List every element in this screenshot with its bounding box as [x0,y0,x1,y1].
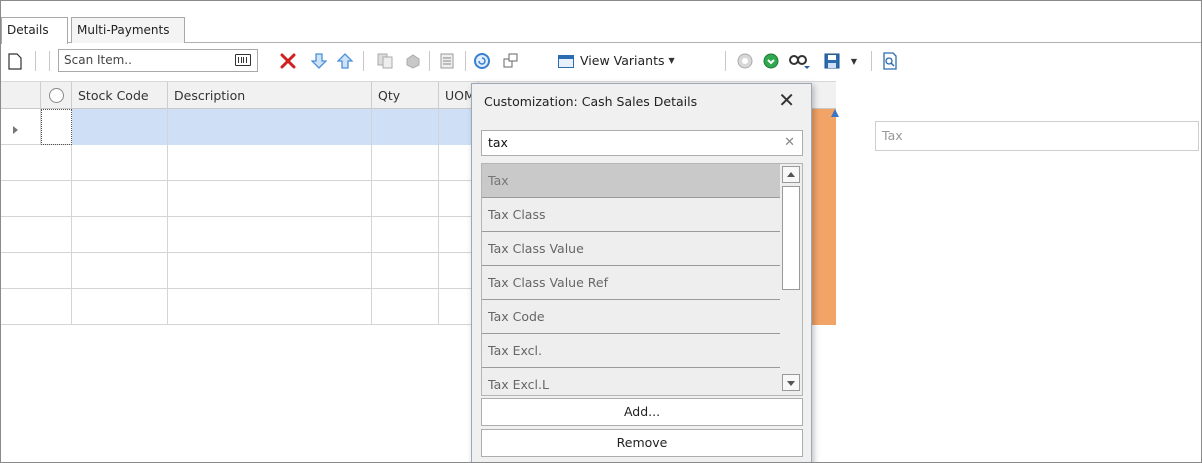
list-item[interactable]: Tax [482,164,780,198]
move-down-icon[interactable] [309,50,329,72]
grid-header-indicator [1,82,41,109]
select-all-radio-icon[interactable] [49,88,64,103]
view-variants-icon [558,54,574,68]
copy-icon[interactable] [375,50,395,72]
column-description[interactable]: Description [168,82,372,109]
column-search-input[interactable]: tax ✕ [481,130,803,156]
scroll-thumb[interactable] [782,186,800,290]
list-item[interactable]: Tax Class Value [482,232,780,266]
list-icon[interactable] [437,50,457,72]
current-row-indicator-icon [13,126,18,134]
row-select-cell[interactable] [41,109,72,145]
circle-green-icon[interactable] [761,50,781,72]
window-icon[interactable] [501,50,521,72]
cash-sales-details-panel: Details Multi-Payments Scan Item.. View … [0,0,1202,463]
scroll-down-icon[interactable] [782,374,800,391]
list-item[interactable]: Tax Excl. [482,334,780,368]
column-search-value: tax [488,135,508,150]
toolbar: Scan Item.. View Variants ▼ ▼ [1,45,1201,77]
preview-icon[interactable] [879,50,901,72]
delete-icon[interactable] [277,50,299,72]
view-variants-label: View Variants [580,53,665,68]
paste-icon[interactable] [403,50,423,72]
tab-bar: Details Multi-Payments [1,17,1201,44]
list-item[interactable]: Tax Class [482,198,780,232]
customization-dialog: Customization: Cash Sales Details ✕ tax … [471,83,812,462]
remove-button[interactable]: Remove [481,429,803,457]
description-cell[interactable] [168,109,372,145]
barcode-icon[interactable] [235,54,251,66]
column-list: Tax Tax Class Tax Class Value Tax Class … [481,163,803,396]
clear-search-icon[interactable]: ✕ [784,131,795,155]
drop-position-arrow-icon [831,109,839,117]
list-item[interactable]: Tax Code [482,300,780,334]
tax-field-placeholder: Tax [882,128,903,143]
save-menu-chevron-icon[interactable]: ▼ [847,50,861,72]
tab-details[interactable]: Details [1,17,68,44]
dialog-title: Customization: Cash Sales Details [484,94,698,109]
grid-header-select[interactable] [41,82,72,109]
list-item[interactable]: Tax Excl.L [482,368,780,395]
row-indicator-cell [1,109,41,145]
view-variants-button[interactable]: View Variants ▼ [558,50,675,72]
refresh-icon[interactable] [471,50,493,72]
scan-item-placeholder: Scan Item.. [64,53,132,67]
binoculars-icon[interactable] [787,50,813,72]
list-scrollbar[interactable] [782,166,800,393]
column-qty[interactable]: Qty [372,82,439,109]
new-doc-icon[interactable] [5,50,25,72]
circle-gray-icon[interactable] [735,50,755,72]
tax-field[interactable]: Tax [875,121,1199,151]
close-icon[interactable]: ✕ [778,88,795,112]
scroll-up-icon[interactable] [782,166,800,183]
drag-column-highlight [810,109,836,325]
save-icon[interactable] [821,50,843,72]
move-up-icon[interactable] [335,50,355,72]
stock-code-cell[interactable] [72,109,168,145]
column-stock-code[interactable]: Stock Code [72,82,168,109]
tab-multi-payments[interactable]: Multi-Payments [71,17,185,43]
chevron-down-icon: ▼ [668,56,675,65]
scan-item-input[interactable]: Scan Item.. [58,49,258,72]
add-button[interactable]: Add... [481,398,803,426]
qty-cell[interactable] [372,109,439,145]
list-item[interactable]: Tax Class Value Ref [482,266,780,300]
